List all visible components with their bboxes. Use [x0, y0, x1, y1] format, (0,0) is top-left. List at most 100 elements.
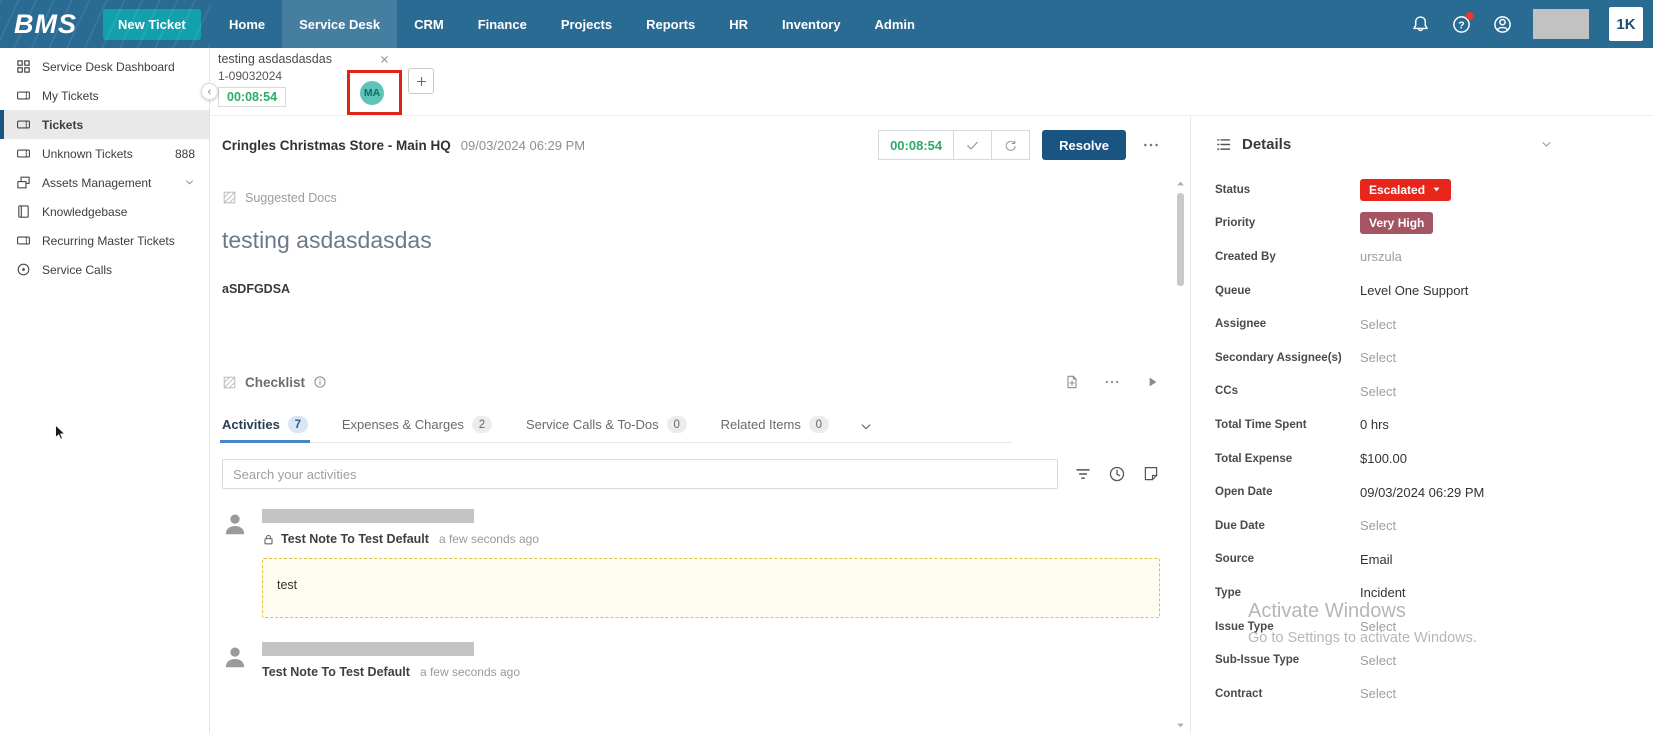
activity-tab[interactable]: Expenses & Charges 2 — [342, 416, 492, 442]
sidebar-item-label: Recurring Master Tickets — [42, 234, 175, 248]
details-field-row: Open Date 09/03/2024 06:29 PM — [1215, 475, 1629, 509]
details-field-value[interactable]: urszula — [1360, 249, 1402, 264]
check-icon — [965, 138, 980, 153]
details-collapse-icon[interactable] — [1540, 138, 1553, 151]
nav-item[interactable]: CRM — [397, 0, 461, 48]
sidebar-item[interactable]: Recurring Master Tickets — [0, 226, 209, 255]
details-field-value[interactable]: Email — [1360, 552, 1393, 567]
ticket-title[interactable]: testing asdasdasdas — [222, 227, 1190, 254]
sidebar-item[interactable]: Tickets — [0, 110, 209, 139]
tabs-chevron-down-icon[interactable] — [859, 420, 873, 434]
sidebar-item[interactable]: Service Calls — [0, 255, 209, 284]
sidebar-item[interactable]: Knowledgebase — [0, 197, 209, 226]
tab-label: Related Items — [721, 417, 801, 432]
details-field-value[interactable]: Select — [1360, 518, 1396, 533]
timer-commit-button[interactable] — [953, 131, 991, 159]
sidebar-item[interactable]: Service Desk Dashboard — [0, 52, 209, 81]
filter-icon[interactable] — [1074, 465, 1092, 483]
topbar-right-cluster: ? 1K — [1410, 0, 1643, 48]
sidebar-list: Service Desk Dashboard My Tickets Ticket… — [0, 52, 209, 284]
timer-reset-button[interactable] — [991, 131, 1029, 159]
details-field-value[interactable]: 0 hrs — [1360, 417, 1389, 432]
redacted-name-bar — [262, 509, 474, 523]
details-field-value[interactable]: Select — [1360, 350, 1396, 365]
details-field-row: Total Time Spent 0 hrs — [1215, 408, 1629, 442]
scroll-up-icon[interactable] — [1175, 178, 1186, 189]
suggested-docs-button[interactable]: Suggested Docs — [222, 190, 1190, 205]
nav-item[interactable]: Admin — [858, 0, 932, 48]
notifications-bell-icon[interactable] — [1410, 14, 1431, 35]
sidebar-item-label: Tickets — [42, 118, 83, 132]
activity-time: a few seconds ago — [420, 665, 520, 679]
scroll-down-icon[interactable] — [1175, 720, 1186, 731]
lock-icon — [262, 533, 275, 546]
details-field-row: Type Incident — [1215, 576, 1629, 610]
details-field-value[interactable]: Escalated — [1360, 179, 1451, 201]
sidebar-item-label: Service Calls — [42, 263, 112, 277]
nav-item[interactable]: Home — [212, 0, 282, 48]
search-input[interactable] — [222, 459, 1058, 489]
sidebar-item-label: Assets Management — [42, 176, 151, 190]
nav-item[interactable]: Service Desk — [282, 0, 397, 48]
resolve-button[interactable]: Resolve — [1042, 130, 1126, 160]
details-field-value[interactable]: $100.00 — [1360, 451, 1407, 466]
plus-icon — [415, 75, 428, 88]
note-icon[interactable] — [1142, 465, 1160, 483]
history-clock-icon[interactable] — [1108, 465, 1126, 483]
nav-item[interactable]: Projects — [544, 0, 629, 48]
sidebar-item[interactable]: Unknown Tickets 888 — [0, 139, 209, 168]
details-field-value[interactable]: 09/03/2024 06:29 PM — [1360, 485, 1484, 500]
ticket-timer: 00:08:54 — [890, 138, 942, 153]
sidebar-item-label: Knowledgebase — [42, 205, 127, 219]
activity-item: Test Note To Test Default a few seconds … — [222, 642, 1160, 679]
tab-label: Expenses & Charges — [342, 417, 464, 432]
activity-tab[interactable]: Activities 7 — [222, 416, 308, 442]
details-field-value[interactable]: Level One Support — [1360, 283, 1468, 298]
add-document-icon[interactable] — [1064, 374, 1080, 390]
details-field-label: Sub-Issue Type — [1215, 654, 1360, 666]
activity-note[interactable]: test — [262, 558, 1160, 618]
tab-count-badge: 7 — [288, 416, 308, 433]
more-options-icon[interactable] — [1142, 136, 1160, 154]
details-field-label: Total Expense — [1215, 453, 1360, 465]
account-name: Cringles Christmas Store - Main HQ — [222, 138, 451, 153]
activity-tab[interactable]: Related Items 0 — [721, 416, 829, 442]
kaseya-logo-badge: 1K — [1609, 7, 1643, 41]
ticket-header-row: Cringles Christmas Store - Main HQ 09/03… — [222, 130, 1190, 160]
sidebar-item[interactable]: Assets Management — [0, 168, 209, 197]
bms-logo[interactable]: BMS — [14, 9, 77, 40]
nav-item[interactable]: Finance — [461, 0, 544, 48]
ticket-description[interactable]: aSDFGDSA — [222, 282, 1190, 296]
activity-tab[interactable]: Service Calls & To-Dos 0 — [526, 416, 687, 442]
account-icon[interactable] — [1492, 14, 1513, 35]
details-field-value[interactable]: Select — [1360, 686, 1396, 701]
checklist-more-icon[interactable] — [1104, 374, 1120, 390]
expand-right-icon[interactable] — [1144, 374, 1160, 390]
nav-item[interactable]: Inventory — [765, 0, 858, 48]
add-tab-button[interactable] — [408, 68, 434, 94]
details-field-value[interactable]: Incident — [1360, 585, 1406, 600]
sidebar-collapse-button[interactable]: ‹ — [201, 83, 218, 100]
details-field-value[interactable]: Select — [1360, 384, 1396, 399]
details-field-value[interactable]: Select — [1360, 619, 1396, 634]
nav-item[interactable]: HR — [712, 0, 765, 48]
assignee-avatar[interactable]: MA — [360, 81, 384, 105]
info-icon[interactable] — [313, 375, 327, 389]
help-icon[interactable]: ? — [1451, 14, 1472, 35]
activity-feed: Test Note To Test Default a few seconds … — [222, 509, 1190, 679]
details-field-value[interactable]: Select — [1360, 317, 1396, 332]
assets-icon — [16, 175, 31, 190]
nav-item[interactable]: Reports — [629, 0, 712, 48]
details-field-value[interactable]: Very High — [1360, 212, 1433, 234]
ticket-icon — [16, 233, 31, 248]
sidebar-item-label: My Tickets — [42, 89, 99, 103]
username-redacted[interactable] — [1533, 9, 1589, 39]
scrollbar-thumb[interactable] — [1177, 193, 1184, 286]
activity-item: Test Note To Test Default a few seconds … — [222, 509, 1160, 618]
details-field-label: Type — [1215, 587, 1360, 599]
list-icon — [1215, 136, 1232, 153]
details-field-value[interactable]: Select — [1360, 653, 1396, 668]
close-tab-icon[interactable] — [379, 54, 390, 65]
sidebar-item[interactable]: My Tickets — [0, 81, 209, 110]
details-field-label: Contract — [1215, 688, 1360, 700]
